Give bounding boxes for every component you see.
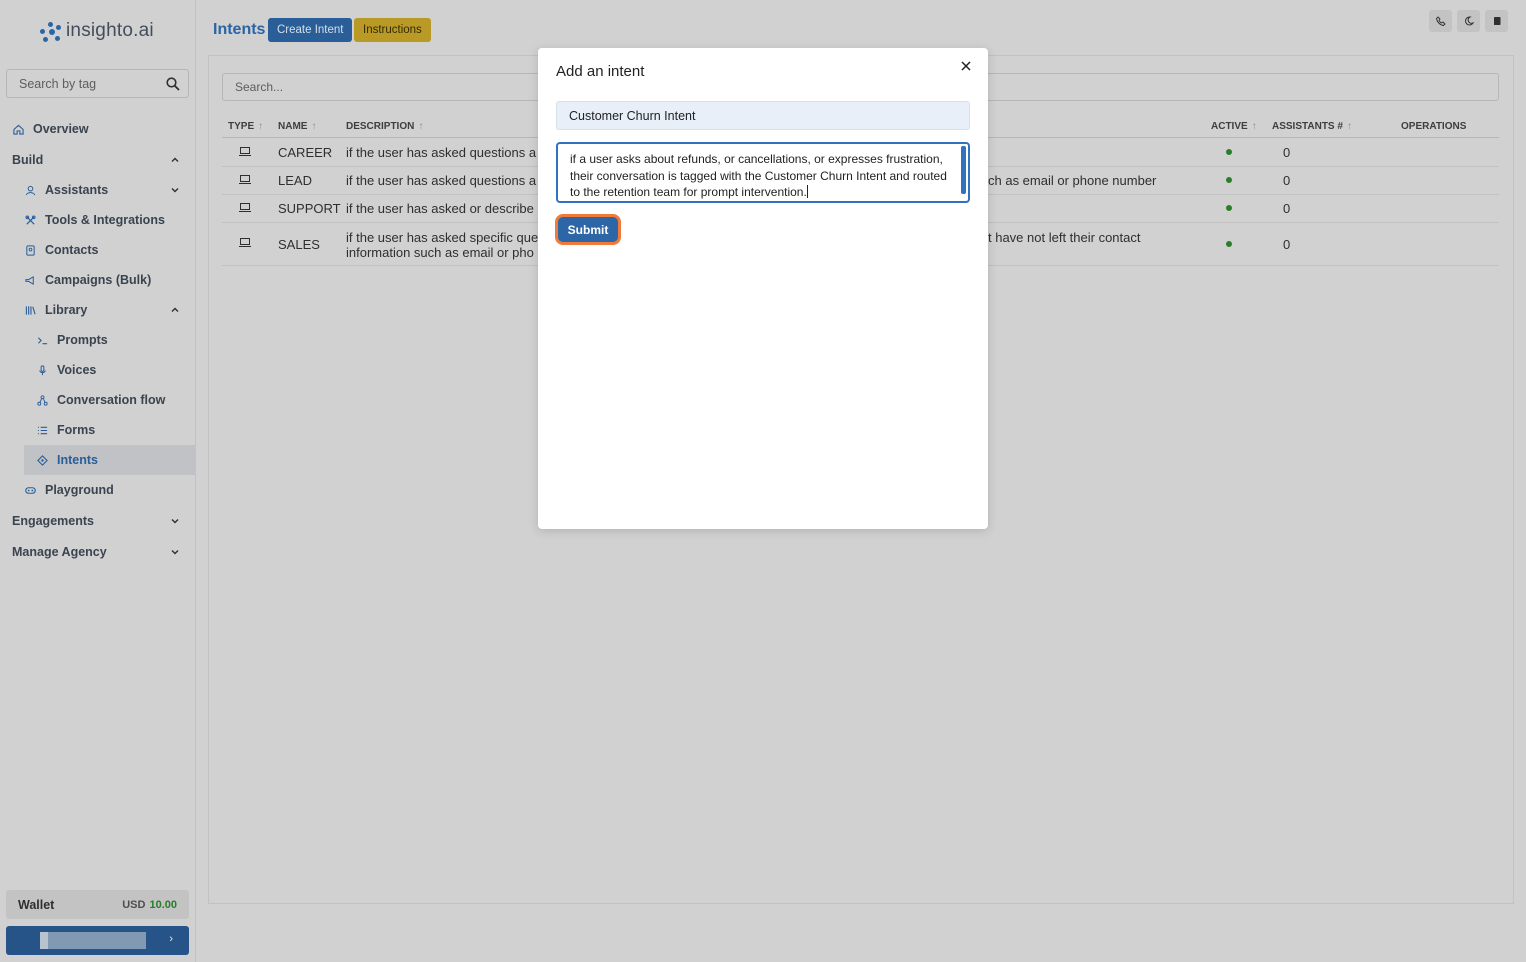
text-cursor [806,185,808,198]
intent-name-input[interactable]: Customer Churn Intent [556,101,970,130]
submit-button[interactable]: Submit [555,214,621,245]
modal-title: Add an intent [556,63,645,80]
add-intent-modal: Add an intent Customer Churn Intent if a… [538,48,988,529]
intent-description-textarea[interactable]: if a user asks about refunds, or cancell… [556,142,970,203]
description-text: if a user asks about refunds, or cancell… [570,152,947,199]
close-icon[interactable] [960,60,972,72]
textarea-scrollbar[interactable] [961,146,966,194]
